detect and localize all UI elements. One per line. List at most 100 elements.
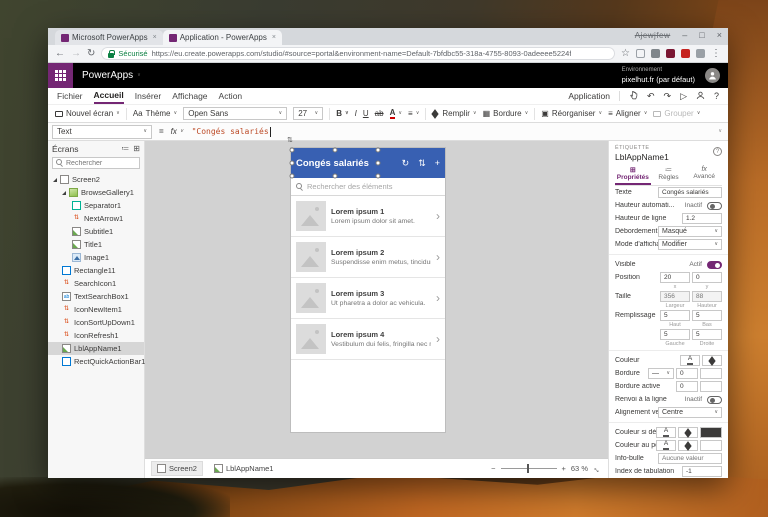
zoom-slider-handle[interactable] bbox=[527, 464, 530, 473]
menu-accueil[interactable]: Accueil bbox=[93, 88, 124, 104]
chevron-right-icon[interactable]: › bbox=[436, 292, 440, 304]
formula-bar-resize-handle[interactable]: ⇅ bbox=[287, 136, 293, 144]
app-title-label[interactable]: Congés salariés bbox=[296, 158, 369, 169]
strikethrough-button[interactable]: ab bbox=[375, 109, 384, 118]
gallery-item-2[interactable]: Lorem ipsum 2 Suspendisse enim metus, ti… bbox=[291, 237, 445, 278]
fill-color-button[interactable] bbox=[702, 355, 722, 366]
screens-search-input[interactable] bbox=[66, 159, 136, 167]
prop-padding-top-input[interactable] bbox=[660, 310, 690, 321]
text-color-button[interactable]: A bbox=[680, 355, 700, 366]
extension-icon-4[interactable] bbox=[681, 49, 690, 58]
prop-width-input[interactable] bbox=[660, 291, 690, 302]
border-color-swatch[interactable] bbox=[700, 368, 722, 379]
tab-proprietes[interactable]: ⊞ Propriétés bbox=[615, 165, 651, 185]
formula-input[interactable]: "Congés salariés bbox=[192, 126, 271, 137]
tooltip-input[interactable] bbox=[658, 453, 722, 464]
tree-item-browsegallery1[interactable]: BrowseGallery1 bbox=[48, 186, 144, 199]
play-preview-icon[interactable]: ▷ bbox=[680, 91, 687, 101]
wrap-toggle[interactable] bbox=[707, 395, 722, 404]
app-add-icon[interactable]: + bbox=[435, 158, 440, 168]
address-bar[interactable]: Sécurisé https://eu.create.powerapps.com… bbox=[101, 47, 616, 60]
formula-bar-expand-icon[interactable]: ∨ bbox=[718, 129, 722, 134]
disabled-color-swatch[interactable] bbox=[700, 427, 722, 438]
visible-toggle[interactable] bbox=[707, 260, 722, 269]
tree-item-textsearchbox1[interactable]: ab TextSearchBox1 bbox=[48, 290, 144, 303]
redo-icon[interactable]: ↷ bbox=[664, 91, 672, 101]
undo-icon[interactable]: ↶ bbox=[647, 91, 655, 101]
hover-text-color-button[interactable]: A bbox=[656, 440, 676, 451]
property-dropdown[interactable]: Text ∨ bbox=[52, 124, 152, 139]
app-search-box[interactable]: Rechercher des éléments bbox=[291, 178, 445, 196]
extension-icon-2[interactable] bbox=[651, 49, 660, 58]
browser-menu-icon[interactable]: ⋮ bbox=[711, 48, 721, 59]
menu-affichage[interactable]: Affichage bbox=[172, 88, 207, 104]
hover-color-swatch[interactable] bbox=[700, 440, 722, 451]
border-button[interactable]: ▦ Bordure ∨ bbox=[483, 109, 529, 118]
phone-preview[interactable]: Congés salariés ↻ ⇅ + Rechercher des élé… bbox=[289, 147, 445, 432]
selection-handle[interactable] bbox=[332, 147, 338, 153]
text-align-button[interactable]: ≡ ∨ bbox=[408, 109, 419, 118]
app-header-bar[interactable]: Congés salariés ↻ ⇅ + bbox=[289, 147, 445, 179]
app-refresh-icon[interactable]: ↻ bbox=[402, 158, 410, 169]
menu-action[interactable]: Action bbox=[219, 88, 243, 104]
prop-display-mode-select[interactable]: Modifier ∨ bbox=[658, 239, 722, 250]
tab-regles[interactable]: ≔ Règles bbox=[651, 165, 687, 185]
border-active-width-input[interactable] bbox=[676, 381, 698, 392]
app-sort-icon[interactable]: ⇅ bbox=[418, 158, 426, 169]
gallery-item-3[interactable]: Lorem ipsum 3 Ut pharetra a dolor ac veh… bbox=[291, 278, 445, 319]
browser-tab-1[interactable]: Microsoft PowerApps × bbox=[55, 30, 163, 45]
menu-inserer[interactable]: Insérer bbox=[135, 88, 161, 104]
zoom-out-icon[interactable]: − bbox=[491, 464, 495, 473]
screens-search-box[interactable] bbox=[52, 157, 140, 169]
expander-icon[interactable] bbox=[62, 190, 66, 195]
tree-item-image1[interactable]: Image1 bbox=[48, 251, 144, 264]
chevron-down-icon[interactable]: ∨ bbox=[137, 73, 141, 78]
auto-height-toggle[interactable] bbox=[707, 201, 722, 210]
selection-handle[interactable] bbox=[375, 173, 381, 179]
bookmark-star-icon[interactable]: ☆ bbox=[621, 48, 630, 59]
prop-height-input[interactable] bbox=[692, 291, 722, 302]
help-icon[interactable]: ? bbox=[713, 147, 722, 156]
border-style-select[interactable]: — ∨ bbox=[648, 368, 674, 379]
forward-icon[interactable]: → bbox=[71, 48, 81, 59]
theme-button[interactable]: Aa Thème ∨ bbox=[133, 109, 177, 118]
tree-item-rectangle11[interactable]: Rectangle11 bbox=[48, 264, 144, 277]
window-close-button[interactable]: × bbox=[717, 30, 722, 40]
fill-button[interactable]: Remplir ∨ bbox=[431, 108, 477, 119]
list-view-icon[interactable]: ≔ bbox=[121, 145, 129, 153]
window-maximize-button[interactable]: □ bbox=[699, 30, 704, 40]
prop-padding-bottom-input[interactable] bbox=[692, 310, 722, 321]
tree-item-separator1[interactable]: Separator1 bbox=[48, 199, 144, 212]
browser-tab-2[interactable]: Application - PowerApps × bbox=[162, 30, 282, 45]
font-family-dropdown[interactable]: Open Sans ∨ bbox=[183, 107, 288, 120]
selection-handle[interactable] bbox=[375, 147, 381, 153]
font-size-dropdown[interactable]: 27 ∨ bbox=[293, 107, 324, 120]
italic-button[interactable]: I bbox=[355, 109, 357, 118]
waffle-menu-icon[interactable] bbox=[48, 63, 73, 88]
align-objects-button[interactable]: ≡ Aligner ∨ bbox=[608, 109, 647, 118]
tree-item-title1[interactable]: Title1 bbox=[48, 238, 144, 251]
tree-item-lblappname1[interactable]: LblAppName1 bbox=[48, 342, 144, 355]
extension-icon-5[interactable] bbox=[696, 49, 705, 58]
browser-profile-name[interactable]: Ajewjfew bbox=[635, 31, 671, 40]
extension-icon-3[interactable] bbox=[666, 49, 675, 58]
reload-icon[interactable]: ↻ bbox=[87, 48, 95, 59]
tree-item-iconnewitem1[interactable]: ⇅ IconNewItem1 bbox=[48, 303, 144, 316]
prop-texte-input[interactable] bbox=[658, 187, 722, 198]
back-icon[interactable]: ← bbox=[55, 48, 65, 59]
extension-icon-1[interactable] bbox=[636, 49, 645, 58]
status-control-crumb[interactable]: LblAppName1 bbox=[209, 462, 279, 475]
fx-button[interactable]: fx ∨ bbox=[171, 127, 184, 136]
chevron-right-icon[interactable]: › bbox=[436, 210, 440, 222]
tabindex-input[interactable] bbox=[682, 466, 722, 477]
thumbnail-view-icon[interactable]: ⊞ bbox=[133, 145, 140, 153]
prop-padding-right-input[interactable] bbox=[692, 329, 722, 340]
selection-handle[interactable] bbox=[375, 160, 381, 166]
hand-pointer-icon[interactable] bbox=[629, 90, 638, 102]
hover-fill-color-button[interactable] bbox=[678, 440, 698, 451]
tab-close-icon[interactable]: × bbox=[272, 34, 276, 41]
tree-item-rectquickactionbar1[interactable]: RectQuickActionBar1 bbox=[48, 355, 145, 368]
border-width-input[interactable] bbox=[676, 368, 698, 379]
fit-to-window-icon[interactable]: ↔ bbox=[591, 462, 604, 475]
border-active-color-swatch[interactable] bbox=[700, 381, 722, 392]
